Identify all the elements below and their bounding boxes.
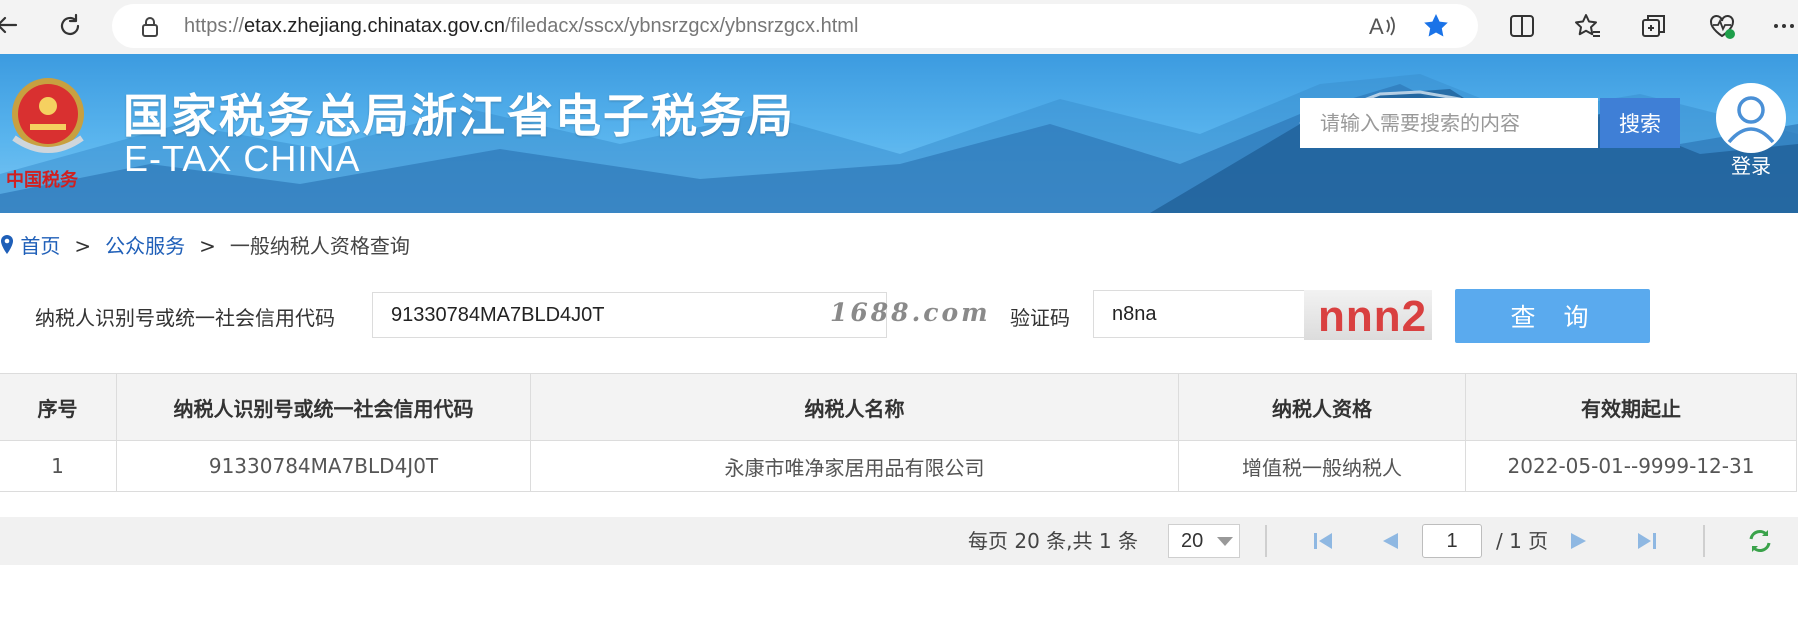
url-path: /filedacx/sscx/ybnsrzgcx/ybnsrzgcx.html: [504, 15, 859, 37]
total-pages: / 1 页: [1496, 529, 1549, 553]
emblem-text: 中国税务: [6, 169, 79, 191]
breadcrumb: 首页 > 公众服务 > 一般纳税人资格查询: [0, 230, 410, 258]
url-text: https://etax.zhejiang.chinatax.gov.cn/fi…: [184, 4, 858, 48]
table-header-row: 序号 纳税人识别号或统一社会信用代码 纳税人名称 纳税人资格 有效期起止: [0, 373, 1797, 441]
address-bar[interactable]: https://etax.zhejiang.chinatax.gov.cn/fi…: [112, 4, 1478, 48]
site-search-input[interactable]: [1300, 98, 1598, 148]
breadcrumb-current: 一般纳税人资格查询: [229, 234, 410, 258]
breadcrumb-separator: >: [199, 234, 216, 258]
breadcrumb-home-link[interactable]: 首页: [20, 234, 60, 258]
browser-toolbar: https://etax.zhejiang.chinatax.gov.cn/fi…: [0, 0, 1798, 54]
svg-text:A: A: [1369, 14, 1384, 39]
location-pin-icon: [1, 235, 13, 254]
refresh-icon[interactable]: [1746, 527, 1774, 555]
first-page-icon[interactable]: [1310, 527, 1338, 555]
tax-bureau-emblem-icon: 中国税务: [6, 78, 84, 191]
split-screen-icon[interactable]: [1508, 12, 1536, 40]
last-page-icon[interactable]: [1632, 527, 1660, 555]
pager-divider: [1703, 525, 1705, 557]
reload-icon[interactable]: [56, 12, 84, 40]
breadcrumb-separator: >: [74, 234, 92, 258]
column-header: 序号: [0, 373, 117, 441]
favorite-star-icon[interactable]: [1422, 12, 1450, 40]
page-summary: 每页 20 条,共 1 条: [968, 529, 1138, 553]
captcha-label: 验证码: [1010, 306, 1070, 330]
current-page-input[interactable]: [1422, 524, 1482, 558]
column-header: 纳税人识别号或统一社会信用代码: [116, 373, 531, 441]
previous-page-icon[interactable]: [1376, 527, 1404, 555]
captcha-image[interactable]: nnn2: [1304, 290, 1432, 340]
pager-divider: [1265, 525, 1267, 557]
collections-icon[interactable]: [1640, 12, 1668, 40]
column-header: 纳税人名称: [530, 373, 1179, 441]
site-subtitle: E-TAX CHINA: [124, 138, 361, 179]
captcha-image-text: nnn2: [1318, 292, 1428, 340]
favorites-icon[interactable]: [1574, 12, 1602, 40]
url-host: etax.zhejiang.chinatax.gov.cn: [244, 15, 505, 37]
table-cell: 91330784MA7BLD4J0T: [116, 440, 531, 492]
pagination-bar: 每页 20 条,共 1 条 20 / 1 页: [0, 517, 1798, 565]
browser-essentials-icon[interactable]: [1708, 12, 1736, 40]
chevron-down-icon: [1217, 537, 1233, 546]
page-size-select[interactable]: 20: [1168, 524, 1240, 558]
tax-id-label: 纳税人识别号或统一社会信用代码: [35, 306, 335, 330]
table-row[interactable]: 1 91330784MA7BLD4J0T 永康市唯净家居用品有限公司 增值税一般…: [0, 440, 1797, 492]
table-cell: 1: [0, 440, 117, 492]
page-size-value: 20: [1181, 530, 1204, 552]
site-title: 国家税务总局浙江省电子税务局: [123, 89, 795, 143]
table-cell: 2022-05-01--9999-12-31: [1465, 440, 1797, 492]
more-menu-icon[interactable]: [1770, 12, 1798, 40]
column-header: 纳税人资格: [1178, 373, 1466, 441]
watermark-text: 1688.com: [830, 298, 991, 327]
results-table: 序号 纳税人识别号或统一社会信用代码 纳税人名称 纳税人资格 有效期起止 1 9…: [0, 373, 1797, 492]
table-cell: 增值税一般纳税人: [1178, 440, 1466, 492]
login-link[interactable]: 登录: [1712, 150, 1790, 179]
site-banner: 中国税务 国家税务总局浙江省电子税务局 E-TAX CHINA 搜索 登录: [0, 54, 1798, 213]
next-page-icon[interactable]: [1565, 527, 1593, 555]
breadcrumb-section-link[interactable]: 公众服务: [105, 234, 185, 258]
read-aloud-icon[interactable]: A: [1367, 12, 1397, 40]
captcha-input[interactable]: [1093, 290, 1305, 338]
user-avatar-icon[interactable]: [1715, 82, 1787, 154]
lock-icon[interactable]: [140, 16, 160, 38]
column-header: 有效期起止: [1465, 373, 1797, 441]
back-arrow-icon[interactable]: [0, 12, 20, 38]
table-cell: 永康市唯净家居用品有限公司: [530, 440, 1179, 492]
site-search-button[interactable]: 搜索: [1600, 98, 1680, 148]
tax-id-input[interactable]: [372, 292, 887, 338]
query-button[interactable]: 查 询: [1455, 289, 1650, 343]
url-prefix: https://: [184, 15, 245, 37]
